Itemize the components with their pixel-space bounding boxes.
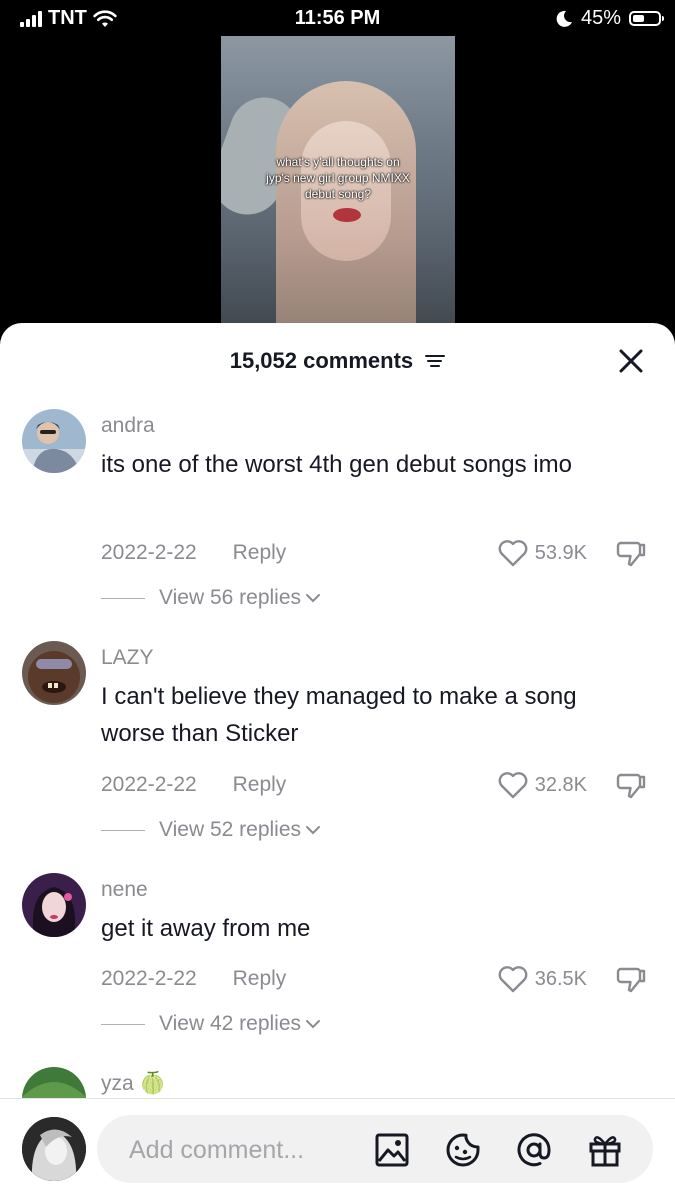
video-caption-line: debut song? — [304, 187, 372, 201]
like-button[interactable]: 36.5K — [497, 964, 587, 994]
like-button[interactable]: 32.8K — [497, 770, 587, 800]
melon-emoji: 🍈 — [139, 1072, 166, 1095]
view-replies-button[interactable]: View 56 replies — [101, 586, 321, 610]
comment-username[interactable]: LAZY — [101, 646, 154, 670]
chevron-down-icon — [306, 1020, 321, 1029]
comment-text: get it away from me — [101, 915, 311, 942]
view-replies-button[interactable]: View 52 replies — [101, 818, 321, 842]
reply-button[interactable]: Reply — [233, 967, 287, 990]
avatar[interactable] — [22, 409, 86, 473]
gift-icon[interactable] — [587, 1132, 623, 1168]
heart-icon — [498, 540, 528, 567]
heart-icon — [498, 966, 528, 993]
view-replies-label: View 42 replies — [159, 1012, 302, 1035]
comment-text: I can't believe they managed to make a s… — [101, 683, 577, 747]
image-icon[interactable] — [374, 1132, 410, 1168]
heart-icon — [498, 772, 528, 799]
add-comment-input[interactable] — [127, 1115, 361, 1185]
like-button[interactable]: 53.9K — [497, 538, 587, 568]
comment-username-text: yza — [101, 1072, 134, 1095]
comment-date: 2022-2-22 — [101, 541, 197, 564]
close-icon[interactable] — [617, 347, 645, 375]
comments-sheet: 15,052 comments andra its one of the wor… — [0, 323, 675, 1200]
chevron-down-icon — [306, 826, 321, 835]
dislike-icon[interactable] — [615, 539, 647, 569]
like-count: 53.9K — [534, 541, 587, 564]
battery-icon — [629, 11, 664, 26]
comment-username[interactable]: nene — [101, 878, 148, 902]
comment-username[interactable]: yza 🍈 — [101, 1072, 166, 1096]
comments-header: 15,052 comments — [0, 323, 675, 397]
view-replies-label: View 56 replies — [159, 586, 302, 609]
view-replies-label: View 52 replies — [159, 818, 302, 841]
like-count: 32.8K — [534, 773, 587, 796]
view-replies-button[interactable]: View 42 replies — [101, 1012, 321, 1036]
comment-meta: 2022-2-22 Reply — [101, 773, 286, 797]
chevron-down-icon — [306, 594, 321, 603]
battery-percent: 45% — [580, 7, 621, 29]
comment-date: 2022-2-22 — [101, 773, 197, 796]
dislike-icon[interactable] — [615, 771, 647, 801]
video-caption-line: what's y'all thoughts on — [276, 155, 400, 169]
comment-item: nene get it away from me 2022-2-22 Reply… — [0, 873, 675, 1053]
mention-icon[interactable] — [516, 1132, 552, 1168]
avatar[interactable] — [22, 873, 86, 937]
reply-button[interactable]: Reply — [233, 541, 287, 564]
comment-username[interactable]: andra — [101, 414, 155, 438]
comment-count[interactable]: 15,052 comments — [0, 347, 675, 374]
status-bar: TNT 11:56 PM 45% — [0, 0, 675, 36]
comment-meta: 2022-2-22 Reply — [101, 967, 286, 991]
comment-count-label: 15,052 comments — [229, 348, 414, 374]
like-count: 36.5K — [534, 967, 587, 990]
emoji-icon[interactable] — [445, 1132, 481, 1168]
filter-icon[interactable] — [425, 354, 446, 368]
reply-button[interactable]: Reply — [233, 773, 287, 796]
my-avatar[interactable] — [22, 1117, 86, 1181]
video-caption-line: jyp's new girl group NMIXX — [266, 171, 410, 185]
avatar[interactable] — [22, 641, 86, 705]
comment-box — [97, 1115, 653, 1185]
comment-item: andra its one of the worst 4th gen debut… — [0, 409, 675, 629]
dislike-icon[interactable] — [615, 965, 647, 995]
comment-text: its one of the worst 4th gen debut songs… — [101, 451, 572, 478]
status-right: 45% — [555, 7, 664, 30]
video-caption: what's y'all thoughts on jyp's new girl … — [221, 154, 455, 202]
comment-date: 2022-2-22 — [101, 967, 197, 990]
video-preview[interactable]: what's y'all thoughts on jyp's new girl … — [221, 36, 455, 336]
moon-icon — [556, 10, 572, 27]
comment-item: LAZY I can't believe they managed to mak… — [0, 641, 675, 861]
comment-input-bar — [0, 1098, 675, 1200]
comment-meta: 2022-2-22 Reply — [101, 541, 286, 565]
